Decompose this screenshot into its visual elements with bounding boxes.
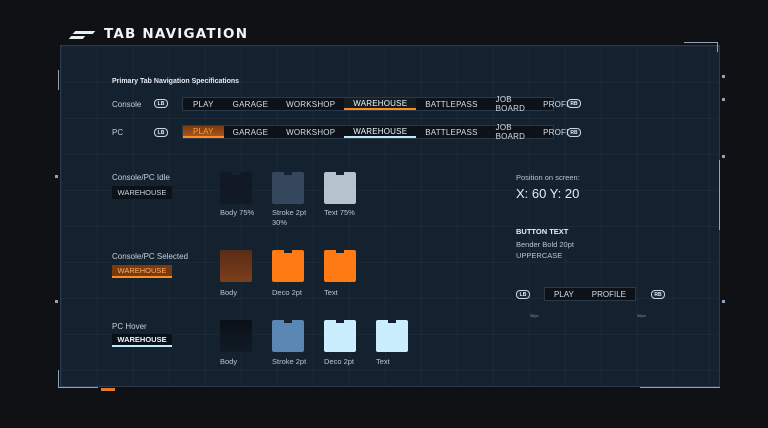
state-label-hover: PC Hover: [112, 322, 147, 331]
tab-warehouse[interactable]: WAREHOUSE: [344, 126, 417, 138]
right-spacing-label: 36px: [637, 313, 646, 318]
frame-dot: [55, 175, 58, 178]
swatch-hover-stroke: [272, 320, 304, 352]
swatch-hover-deco: [324, 320, 356, 352]
orange-corner-accent: [101, 388, 115, 391]
tab-garage[interactable]: GARAGE: [224, 98, 277, 110]
frame-top-right-tick: [717, 42, 718, 52]
swatch-selected-deco: [272, 250, 304, 282]
position-label: Position on screen:: [516, 173, 580, 182]
swatch-selected-body: [220, 250, 252, 282]
console-tabbar: PLAY GARAGE WORKSHOP WAREHOUSE BATTLEPAS…: [182, 95, 579, 113]
warehouse-hover-button[interactable]: WAREHOUSE: [112, 334, 172, 347]
lb-button-icon[interactable]: LB: [154, 128, 168, 137]
frame-right-mid-line: [719, 160, 720, 230]
swatch-label: Deco 2pt: [272, 288, 303, 297]
tab-job-board[interactable]: JOB BOARD: [487, 95, 534, 113]
mini-tabbar: PLAY PROFILE: [544, 287, 636, 301]
left-spacing-label: 36px: [530, 313, 539, 318]
swatch-label: Body: [220, 357, 238, 366]
swatch-idle-stroke: [272, 172, 304, 204]
tab-warehouse[interactable]: WAREHOUSE: [344, 98, 417, 110]
row-label-console: Console: [112, 100, 142, 109]
frame-dot: [722, 300, 725, 303]
warehouse-selected-button[interactable]: WAREHOUSE: [112, 265, 172, 278]
tab-play[interactable]: PLAY: [554, 290, 574, 299]
frame-bottom-left-line: [58, 387, 98, 388]
button-text-heading: BUTTON TEXT: [516, 227, 569, 236]
swatch-label: Body: [220, 288, 238, 297]
state-label-idle: Console/PC Idle: [112, 173, 170, 182]
page-header: TAB NAVIGATION: [70, 26, 248, 42]
rb-button-icon[interactable]: RB: [567, 99, 581, 108]
swatch-label: Text 75%: [324, 208, 355, 217]
frame-left-lower-line: [58, 370, 59, 388]
case-spec: UPPERCASE: [516, 251, 563, 260]
swatch-idle-body: [220, 172, 252, 204]
double-stripe-icon: [70, 29, 96, 39]
tab-job-board[interactable]: JOB BOARD: [487, 123, 534, 141]
position-coords: X: 60 Y: 20: [516, 186, 580, 201]
frame-left-upper-line: [58, 70, 59, 90]
tab-battlepass[interactable]: BATTLEPASS: [416, 126, 486, 138]
swatch-selected-text: [324, 250, 356, 282]
swatch-label: Stroke 2pt: [272, 357, 307, 366]
swatch-label: Text: [376, 357, 390, 366]
warehouse-idle-button[interactable]: WAREHOUSE: [112, 186, 172, 199]
state-label-selected: Console/PC Selected: [112, 252, 189, 261]
frame-dot: [722, 98, 725, 101]
font-spec: Bender Bold 20pt: [516, 240, 574, 249]
tab-play[interactable]: PLAY: [183, 98, 224, 110]
tab-battlepass[interactable]: BATTLEPASS: [416, 98, 486, 110]
tab-workshop[interactable]: WORKSHOP: [277, 98, 344, 110]
row-label-pc: PC: [112, 128, 124, 137]
swatch-hover-text: [376, 320, 408, 352]
tab-workshop[interactable]: WORKSHOP: [277, 126, 344, 138]
frame-dot: [722, 75, 725, 78]
lb-button-icon[interactable]: LB: [154, 99, 168, 108]
tab-profile[interactable]: PROFILE: [592, 290, 626, 299]
rb-button-icon[interactable]: RB: [651, 290, 665, 299]
swatch-label: Stroke 2pt 30%: [272, 208, 307, 227]
section-heading: Primary Tab Navigation Specifications: [112, 78, 240, 85]
rb-button-icon[interactable]: RB: [567, 128, 581, 137]
swatch-label: Deco 2pt: [324, 357, 355, 366]
tab-play[interactable]: PLAY: [183, 126, 224, 138]
swatch-label: Body 75%: [220, 208, 255, 217]
swatch-idle-text: [324, 172, 356, 204]
swatch-label: Text: [324, 288, 338, 297]
swatch-hover-body: [220, 320, 252, 352]
frame-top-right-line: [684, 42, 718, 43]
frame-bottom-right-line: [640, 387, 720, 388]
page-title: TAB NAVIGATION: [104, 26, 249, 42]
pc-tabbar: PLAY GARAGE WORKSHOP WAREHOUSE BATTLEPAS…: [182, 123, 579, 141]
frame-dot: [722, 155, 725, 158]
frame-dot: [55, 300, 58, 303]
lb-button-icon[interactable]: LB: [516, 290, 530, 299]
tab-garage[interactable]: GARAGE: [224, 126, 277, 138]
